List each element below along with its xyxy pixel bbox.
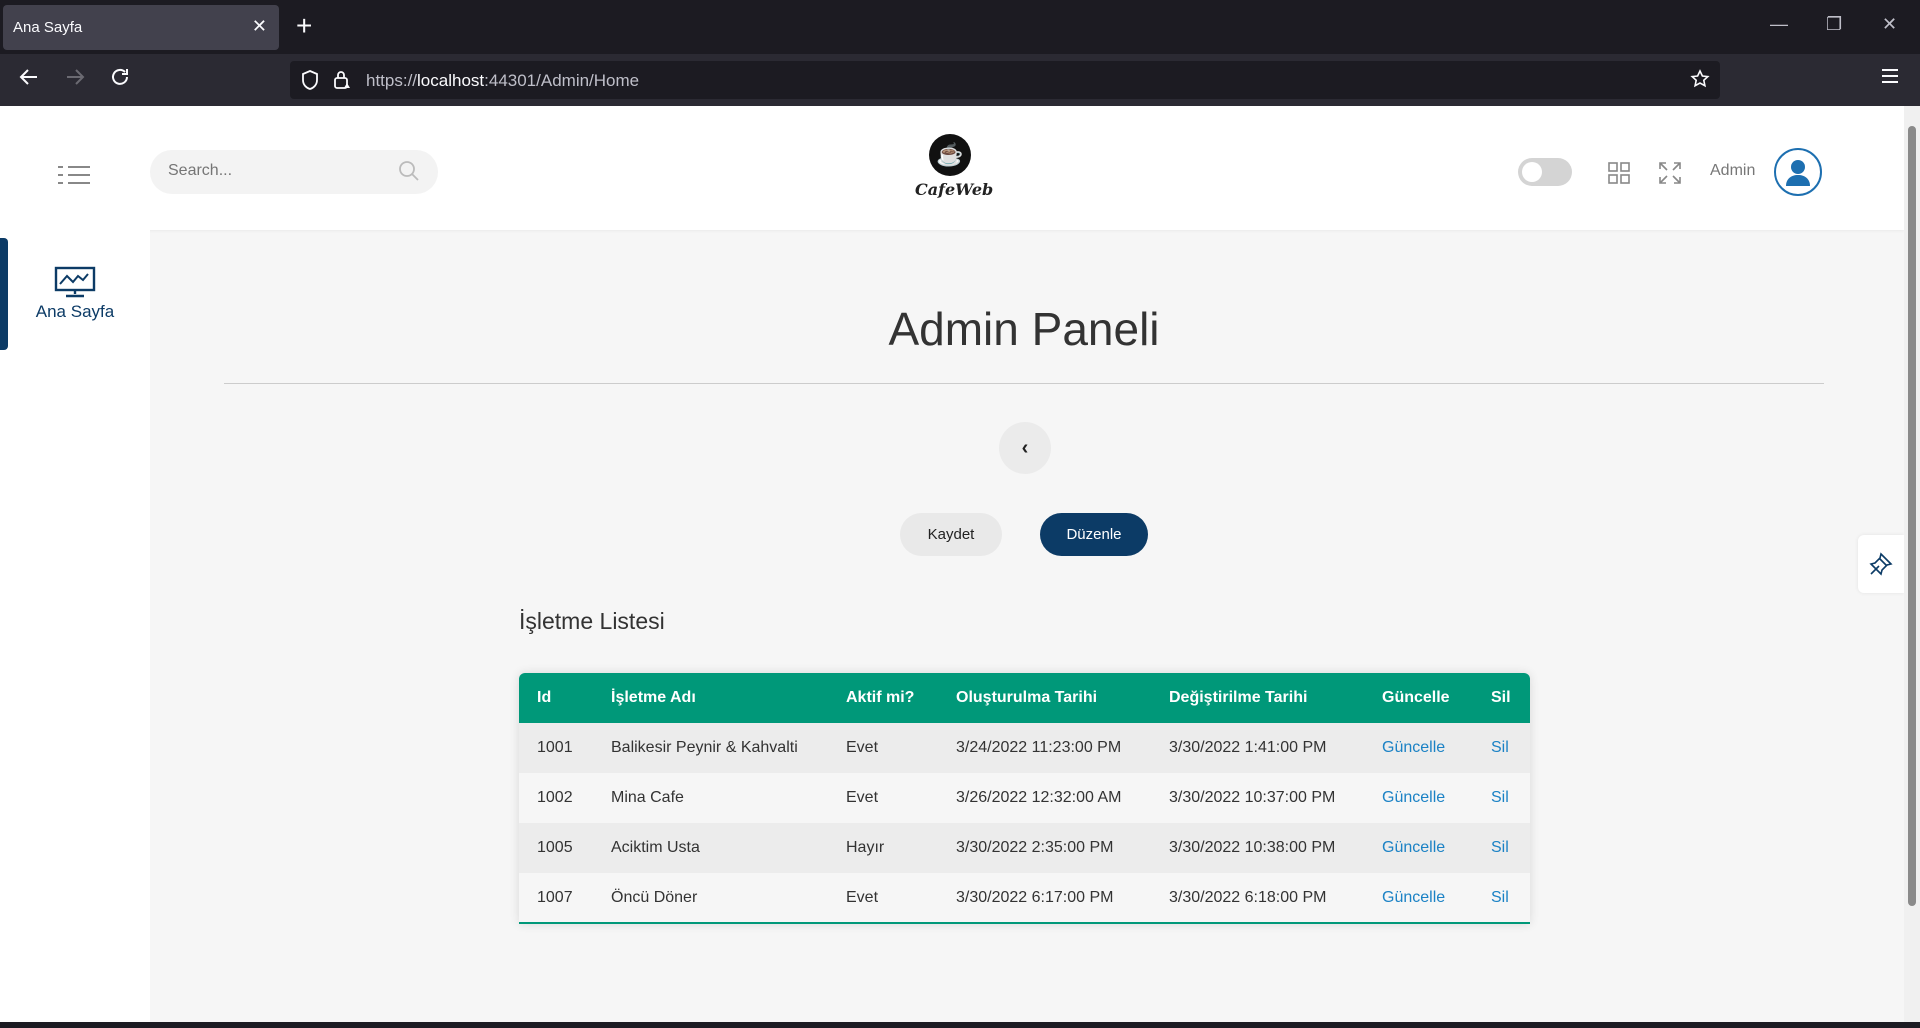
- cell-created: 3/30/2022 6:17:00 PM: [956, 888, 1114, 906]
- cell-created: 3/26/2022 12:32:00 AM: [956, 789, 1122, 806]
- cell-id: 1005: [537, 839, 573, 856]
- cell-modified: 3/30/2022 6:18:00 PM: [1169, 888, 1327, 906]
- app-header: ☕ CafeWeb Admin: [0, 106, 1904, 230]
- column-header: İşletme Adı: [611, 689, 696, 706]
- new-tab-button[interactable]: +: [296, 12, 312, 40]
- cell-id: 1001: [537, 739, 573, 756]
- table-row: 1007 Öncü Döner Evet 3/30/2022 6:17:00 P…: [519, 873, 1530, 923]
- business-table: Id İşletme Adı Aktif mi? Oluşturulma Tar…: [519, 673, 1530, 924]
- user-avatar-icon[interactable]: [1774, 148, 1822, 196]
- coffee-cup-icon: ☕: [929, 134, 971, 176]
- search-icon[interactable]: [398, 160, 420, 187]
- bookmark-star-icon[interactable]: [1690, 69, 1710, 94]
- back-button[interactable]: ‹: [999, 422, 1051, 474]
- cell-modified: 3/30/2022 1:41:00 PM: [1169, 739, 1327, 756]
- browser-tab[interactable]: Ana Sayfa ✕: [3, 5, 279, 50]
- user-name: Admin: [1710, 162, 1756, 179]
- update-link[interactable]: Güncelle: [1382, 789, 1445, 806]
- tab-title: Ana Sayfa: [13, 19, 83, 36]
- lock-warning-icon[interactable]: [332, 69, 352, 96]
- cell-created: 3/30/2022 2:35:00 PM: [956, 839, 1114, 856]
- monitor-chart-icon: [54, 266, 96, 303]
- scrollbar-thumb[interactable]: [1908, 126, 1916, 906]
- cell-delete: Sil: [1473, 723, 1530, 773]
- cell-delete: Sil: [1473, 873, 1530, 923]
- cell-name: Aciktim Usta: [611, 839, 700, 856]
- brand-name: CafeWeb: [915, 180, 994, 199]
- cafeweb-logo[interactable]: ☕ CafeWeb: [915, 134, 994, 214]
- sidebar-item-ana-sayfa[interactable]: Ana Sayfa: [0, 238, 150, 350]
- cell-delete: Sil: [1473, 823, 1530, 873]
- page-title: Admin Paneli: [888, 303, 1160, 355]
- restore-icon[interactable]: ❐: [1826, 14, 1842, 35]
- theme-toggle[interactable]: [1518, 158, 1572, 186]
- delete-link[interactable]: Sil: [1491, 839, 1509, 856]
- grid-apps-icon[interactable]: [1608, 162, 1630, 189]
- column-header: Sil: [1491, 689, 1511, 706]
- delete-link[interactable]: Sil: [1491, 739, 1509, 756]
- list-title: İşletme Listesi: [519, 608, 665, 634]
- cell-modified: 3/30/2022 10:38:00 PM: [1169, 839, 1336, 856]
- edit-button[interactable]: Düzenle: [1040, 513, 1148, 556]
- table-row: 1005 Aciktim Usta Hayır 3/30/2022 2:35:0…: [519, 823, 1530, 873]
- url-text: https://localhost:44301/Admin/Home: [366, 71, 640, 90]
- column-header: Güncelle: [1382, 689, 1450, 706]
- update-link[interactable]: Güncelle: [1382, 889, 1445, 906]
- pin-icon[interactable]: [1858, 535, 1904, 593]
- sidebar-item-label: Ana Sayfa: [35, 302, 115, 321]
- url-bar[interactable]: https://localhost:44301/Admin/Home: [290, 61, 1720, 99]
- cell-update: Güncelle: [1364, 723, 1473, 773]
- cell-update: Güncelle: [1364, 873, 1473, 923]
- cell-active: Evet: [846, 789, 879, 806]
- column-header: Id: [537, 689, 552, 706]
- update-link[interactable]: Güncelle: [1382, 839, 1445, 856]
- cell-update: Güncelle: [1364, 773, 1473, 823]
- cell-name: Öncü Döner: [611, 888, 698, 906]
- update-link[interactable]: Güncelle: [1382, 739, 1445, 756]
- save-button[interactable]: Kaydet: [900, 513, 1002, 556]
- cell-delete: Sil: [1473, 773, 1530, 823]
- cell-active: Evet: [846, 888, 879, 906]
- browser-tab-bar: Ana Sayfa ✕ + — ❐ ✕: [0, 0, 1920, 54]
- cell-active: Hayır: [846, 839, 885, 856]
- cell-id: 1007: [537, 888, 573, 906]
- browser-nav-bar: https://localhost:44301/Admin/Home: [0, 54, 1920, 106]
- column-header: Oluşturulma Tarihi: [956, 689, 1098, 706]
- delete-link[interactable]: Sil: [1491, 889, 1509, 906]
- cell-name: Balikesir Peynir & Kahvalti: [611, 739, 798, 756]
- delete-link[interactable]: Sil: [1491, 789, 1509, 806]
- forward-arrow-icon[interactable]: [64, 66, 86, 94]
- active-indicator: [0, 238, 8, 350]
- divider: [224, 383, 1824, 384]
- back-arrow-icon[interactable]: [18, 66, 40, 94]
- reload-icon[interactable]: [109, 66, 131, 94]
- shield-icon[interactable]: [300, 69, 320, 96]
- column-header: Değiştirilme Tarihi: [1169, 689, 1308, 706]
- fullscreen-icon[interactable]: [1659, 162, 1681, 189]
- cell-active: Evet: [846, 739, 879, 756]
- cell-name: Mina Cafe: [611, 789, 684, 806]
- search-box: [150, 150, 438, 194]
- page: ☕ CafeWeb Admin Ana Sayfa Admin Paneli ‹…: [0, 106, 1920, 1022]
- column-header: Aktif mi?: [846, 689, 915, 706]
- cell-id: 1002: [537, 789, 573, 806]
- table-row: 1001 Balikesir Peynir & Kahvalti Evet 3/…: [519, 723, 1530, 773]
- cell-update: Güncelle: [1364, 823, 1473, 873]
- minimize-icon[interactable]: —: [1770, 14, 1788, 35]
- search-input[interactable]: [168, 162, 388, 180]
- table-header-row: Id İşletme Adı Aktif mi? Oluşturulma Tar…: [519, 673, 1530, 723]
- close-tab-icon[interactable]: ✕: [252, 17, 267, 35]
- cell-created: 3/24/2022 11:23:00 PM: [956, 739, 1122, 756]
- menu-toggle-icon[interactable]: [58, 166, 90, 184]
- page-scrollbar[interactable]: [1904, 106, 1920, 1022]
- table-row: 1002 Mina Cafe Evet 3/26/2022 12:32:00 A…: [519, 773, 1530, 823]
- close-window-icon[interactable]: ✕: [1882, 14, 1897, 35]
- hamburger-menu-icon[interactable]: [1880, 66, 1900, 92]
- cell-modified: 3/30/2022 10:37:00 PM: [1169, 789, 1336, 806]
